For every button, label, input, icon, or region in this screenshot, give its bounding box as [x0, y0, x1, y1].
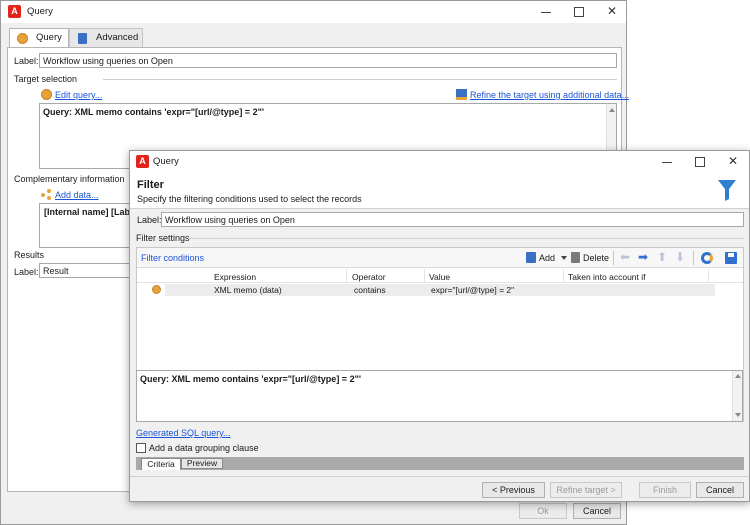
grouping-checkbox[interactable]	[136, 443, 146, 453]
tab-criteria[interactable]: Criteria	[141, 458, 181, 470]
col-divider	[346, 269, 347, 283]
tab-query-label: Query	[36, 32, 62, 43]
target-selection-heading: Target selection	[14, 74, 78, 84]
tab-advanced-label: Advanced	[96, 32, 139, 43]
app-logo-icon: A	[136, 155, 149, 168]
scroll-down-icon[interactable]	[735, 413, 741, 417]
minimize-button[interactable]	[529, 1, 563, 23]
finish-button[interactable]: Finish	[639, 482, 691, 498]
conditions-toolbar: Filter conditions Add Delete ⬅ ➡ ⬆ ⬇	[137, 248, 743, 268]
vertical-scrollbar[interactable]	[732, 371, 742, 421]
table-row[interactable]: XML memo (data) contains expr="[url/@typ…	[165, 284, 715, 296]
previous-button[interactable]: < Previous	[482, 482, 545, 498]
add-data-link[interactable]: Add data...	[55, 190, 99, 200]
add-dropdown-icon[interactable]	[561, 256, 567, 260]
filter-dialog: A Query ✕ Filter Specify the filtering c…	[129, 150, 750, 502]
grouping-checkbox-label: Add a data grouping clause	[149, 443, 259, 453]
tab-query[interactable]: Query	[9, 28, 69, 48]
columns-box: [Internal name] [Label]	[39, 203, 141, 248]
cell-operator: contains	[354, 285, 386, 295]
arrow-down-icon[interactable]: ⬇	[675, 250, 685, 264]
footer-divider	[130, 476, 749, 477]
filter-window-title: Query	[153, 156, 179, 167]
delete-button[interactable]: Delete	[583, 253, 609, 263]
tab-preview-label: Preview	[186, 458, 218, 468]
toolbar-separator	[693, 251, 694, 265]
scroll-up-icon[interactable]	[609, 108, 615, 112]
minimize-button[interactable]	[650, 151, 684, 173]
cancel-button[interactable]: Cancel	[696, 482, 744, 498]
dialog-heading: Filter	[137, 179, 164, 191]
col-divider	[424, 269, 425, 283]
add-icon	[526, 252, 536, 263]
generated-sql-link[interactable]: Generated SQL query...	[136, 428, 231, 438]
columns-header: [Internal name] [Label]	[44, 207, 141, 217]
header-divider	[130, 208, 749, 209]
results-label-field[interactable]: Result	[39, 263, 135, 278]
query-tab-icon	[17, 33, 28, 44]
toolbar-separator	[613, 251, 614, 265]
scroll-up-icon[interactable]	[735, 374, 741, 378]
maximize-button[interactable]	[683, 151, 717, 173]
col-taken-into-account[interactable]: Taken into account if	[568, 272, 646, 282]
clipboard-icon	[78, 33, 87, 44]
query-text: Query: XML memo contains 'expr="[url/@ty…	[43, 107, 264, 117]
filter-query-text: Query: XML memo contains 'expr="[url/@ty…	[140, 374, 361, 384]
save-icon[interactable]	[725, 252, 737, 264]
maximize-button[interactable]	[562, 1, 596, 23]
row-status-icon	[152, 285, 161, 294]
filter-settings-heading: Filter settings	[136, 233, 190, 243]
title-bar: A Query ✕	[1, 1, 626, 23]
label-field[interactable]: Workflow using queries on Open	[39, 53, 617, 68]
refine-target-link[interactable]: Refine the target using additional data.…	[470, 90, 629, 100]
dialog-header: Filter Specify the filtering conditions …	[130, 173, 749, 208]
cancel-button-back[interactable]: Cancel	[573, 503, 621, 519]
filter-query-text-box: Query: XML memo contains 'expr="[url/@ty…	[136, 370, 743, 422]
tab-preview[interactable]: Preview	[181, 458, 223, 469]
results-heading: Results	[14, 250, 45, 260]
tab-advanced[interactable]: Advanced	[69, 28, 143, 48]
filter-conditions-link[interactable]: Filter conditions	[141, 253, 204, 263]
refine-target-button[interactable]: Refine target >	[550, 482, 622, 498]
bottom-tab-bar: Criteria Preview	[136, 457, 744, 470]
col-divider	[563, 269, 564, 283]
dialog-subheading: Specify the filtering conditions used to…	[137, 194, 362, 204]
arrow-up-icon[interactable]: ⬆	[657, 250, 667, 264]
arrow-right-icon[interactable]: ➡	[638, 250, 648, 264]
complementary-info-heading: Complementary information	[14, 174, 125, 184]
filter-funnel-icon	[718, 180, 736, 201]
grid-header: Expression Operator Value Taken into acc…	[137, 269, 743, 283]
label-caption: Label:	[137, 215, 162, 225]
divider	[188, 238, 744, 239]
cell-value: expr="[url/@type] = 2"	[431, 285, 515, 295]
ok-button[interactable]: Ok	[519, 503, 567, 519]
edit-query-link[interactable]: Edit query...	[55, 90, 102, 100]
results-label-caption: Label:	[14, 267, 39, 277]
tab-criteria-label: Criteria	[147, 459, 175, 469]
add-button[interactable]: Add	[539, 253, 555, 263]
col-value[interactable]: Value	[429, 272, 450, 282]
arrow-left-icon[interactable]: ⬅	[620, 250, 630, 264]
trash-icon	[571, 252, 580, 263]
col-divider	[708, 269, 709, 283]
window-title: Query	[27, 6, 53, 17]
label-caption: Label:	[14, 56, 39, 66]
share-icon	[41, 189, 52, 200]
app-logo-icon: A	[8, 5, 21, 18]
col-expression[interactable]: Expression	[214, 272, 256, 282]
filter-title-bar: A Query ✕	[130, 151, 749, 173]
divider	[103, 79, 617, 80]
filter-label-field[interactable]: Workflow using queries on Open	[161, 212, 744, 227]
close-button[interactable]: ✕	[595, 1, 629, 23]
edit-query-icon	[41, 89, 52, 100]
col-operator[interactable]: Operator	[352, 272, 386, 282]
distribution-icon[interactable]	[701, 252, 713, 264]
close-button[interactable]: ✕	[716, 151, 750, 173]
cell-expression: XML memo (data)	[214, 285, 282, 295]
refine-target-icon	[456, 89, 467, 100]
